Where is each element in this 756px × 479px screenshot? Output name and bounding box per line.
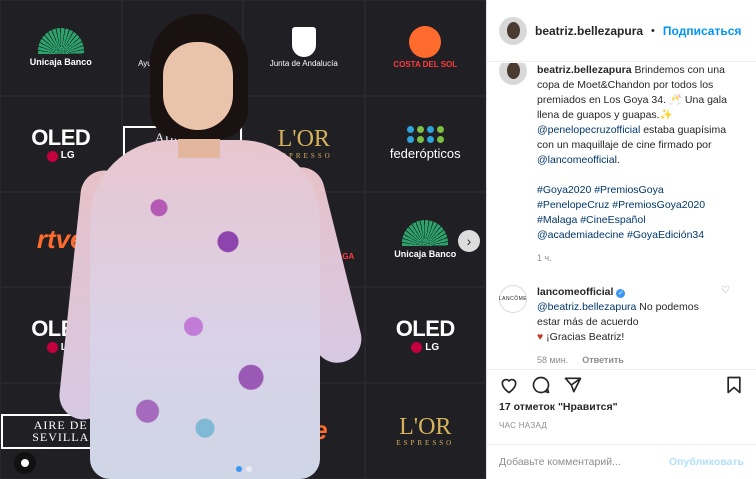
comment-username[interactable]: lancomeofficial [537, 286, 613, 298]
sponsor-logo-loreal: L'OR ESPRESSO [364, 383, 486, 479]
verified-icon: ✓ [616, 289, 626, 298]
comments-section[interactable]: beatriz.bellezapura Brindemos con una co… [487, 63, 756, 368]
carousel-indicator [236, 466, 252, 472]
carousel-dot [246, 466, 252, 472]
comment-body-2: ¡Gracias Beatriz! [543, 331, 625, 343]
comment-text: lancomeofficial ✓ @beatriz.bellezapura N… [537, 285, 717, 345]
sponsor-text: ESPRESSO [396, 439, 455, 448]
user-tag-icon[interactable] [14, 452, 36, 474]
likes-count[interactable]: 17 отметок "Нравится" [499, 401, 618, 413]
comment-time: 58 мин. [537, 355, 569, 365]
hashtag-line[interactable]: #Goya2020 #PremiosGoya [537, 184, 664, 196]
publish-button[interactable]: Опубликовать [669, 456, 744, 468]
face [163, 42, 233, 130]
chevron-right-icon[interactable]: › [458, 230, 480, 252]
sponsor-text: OLED [395, 316, 456, 342]
instagram-post-modal: Unicaja BancoAyuntamiento de MálagaJunta… [0, 0, 756, 479]
sponsor-logo-opt: federópticos [364, 95, 486, 192]
action-bar [487, 369, 756, 399]
post-username[interactable]: beatriz.bellezapura [535, 24, 643, 38]
caption-username[interactable]: beatriz.bellezapura [537, 64, 632, 76]
caption-time: 1 ч. [537, 253, 552, 263]
sponsor-text: LG [425, 341, 440, 353]
mention-link[interactable]: @beatriz.bellezapura [537, 301, 636, 313]
comment-meta: 58 мин. Ответить [537, 355, 744, 365]
bookmark-icon[interactable] [724, 375, 744, 395]
share-icon[interactable] [563, 375, 583, 395]
subject-figure [57, 0, 367, 479]
avatar[interactable] [499, 16, 527, 45]
sponsor-text: Unicaja Banco [394, 248, 457, 259]
hashtag-line[interactable]: #Malaga #CineEspañol [537, 214, 646, 226]
reply-button[interactable]: Ответить [582, 355, 624, 365]
post-photo[interactable]: Unicaja BancoAyuntamiento de MálagaJunta… [0, 0, 487, 479]
carousel-dot-active [236, 466, 242, 472]
post-timestamp: ЧАС НАЗАД [499, 421, 548, 430]
sponsor-logo-costa: COSTA DEL SOL [364, 0, 486, 96]
mention-link[interactable]: @lancomeofficial [537, 154, 617, 166]
sponsor-logo-oled: OLEDLG [364, 287, 486, 384]
post-sidebar: beatriz.bellezapura • Подписаться beatri… [487, 0, 756, 479]
add-comment-bar: Опубликовать [487, 444, 756, 479]
separator-dot: • [651, 24, 655, 37]
post-header: beatriz.bellezapura • Подписаться [487, 0, 756, 62]
mention-link[interactable]: @penelopecruzofficial [537, 124, 640, 136]
hashtag-line[interactable]: @academiadecine #GoyaEdición34 [537, 229, 704, 241]
follow-button[interactable]: Подписаться [663, 24, 741, 38]
comment-avatar[interactable]: LANCÔME [499, 285, 527, 313]
comment-item: LANCÔME lancomeofficial ✓ @beatriz.belle… [499, 285, 744, 345]
caption-avatar[interactable] [499, 63, 527, 85]
floral-gown [90, 140, 320, 479]
sponsor-text: COSTA DEL SOL [393, 60, 458, 70]
heart-icon[interactable]: ♡ [721, 285, 730, 296]
caption: beatriz.bellezapura Brindemos con una co… [499, 63, 744, 243]
comment-input[interactable] [499, 456, 670, 468]
sponsor-text: L'OR [399, 413, 452, 440]
sponsor-text: federópticos [389, 146, 461, 162]
hashtag-line[interactable]: #PenelopeCruz #PremiosGoya2020 [537, 199, 705, 211]
lg-logo: LG [411, 341, 440, 354]
comment-icon[interactable] [531, 375, 551, 395]
caption-text: beatriz.bellezapura Brindemos con una co… [537, 63, 744, 243]
caption-body-3: . [616, 154, 620, 166]
heart-icon[interactable] [499, 375, 519, 395]
